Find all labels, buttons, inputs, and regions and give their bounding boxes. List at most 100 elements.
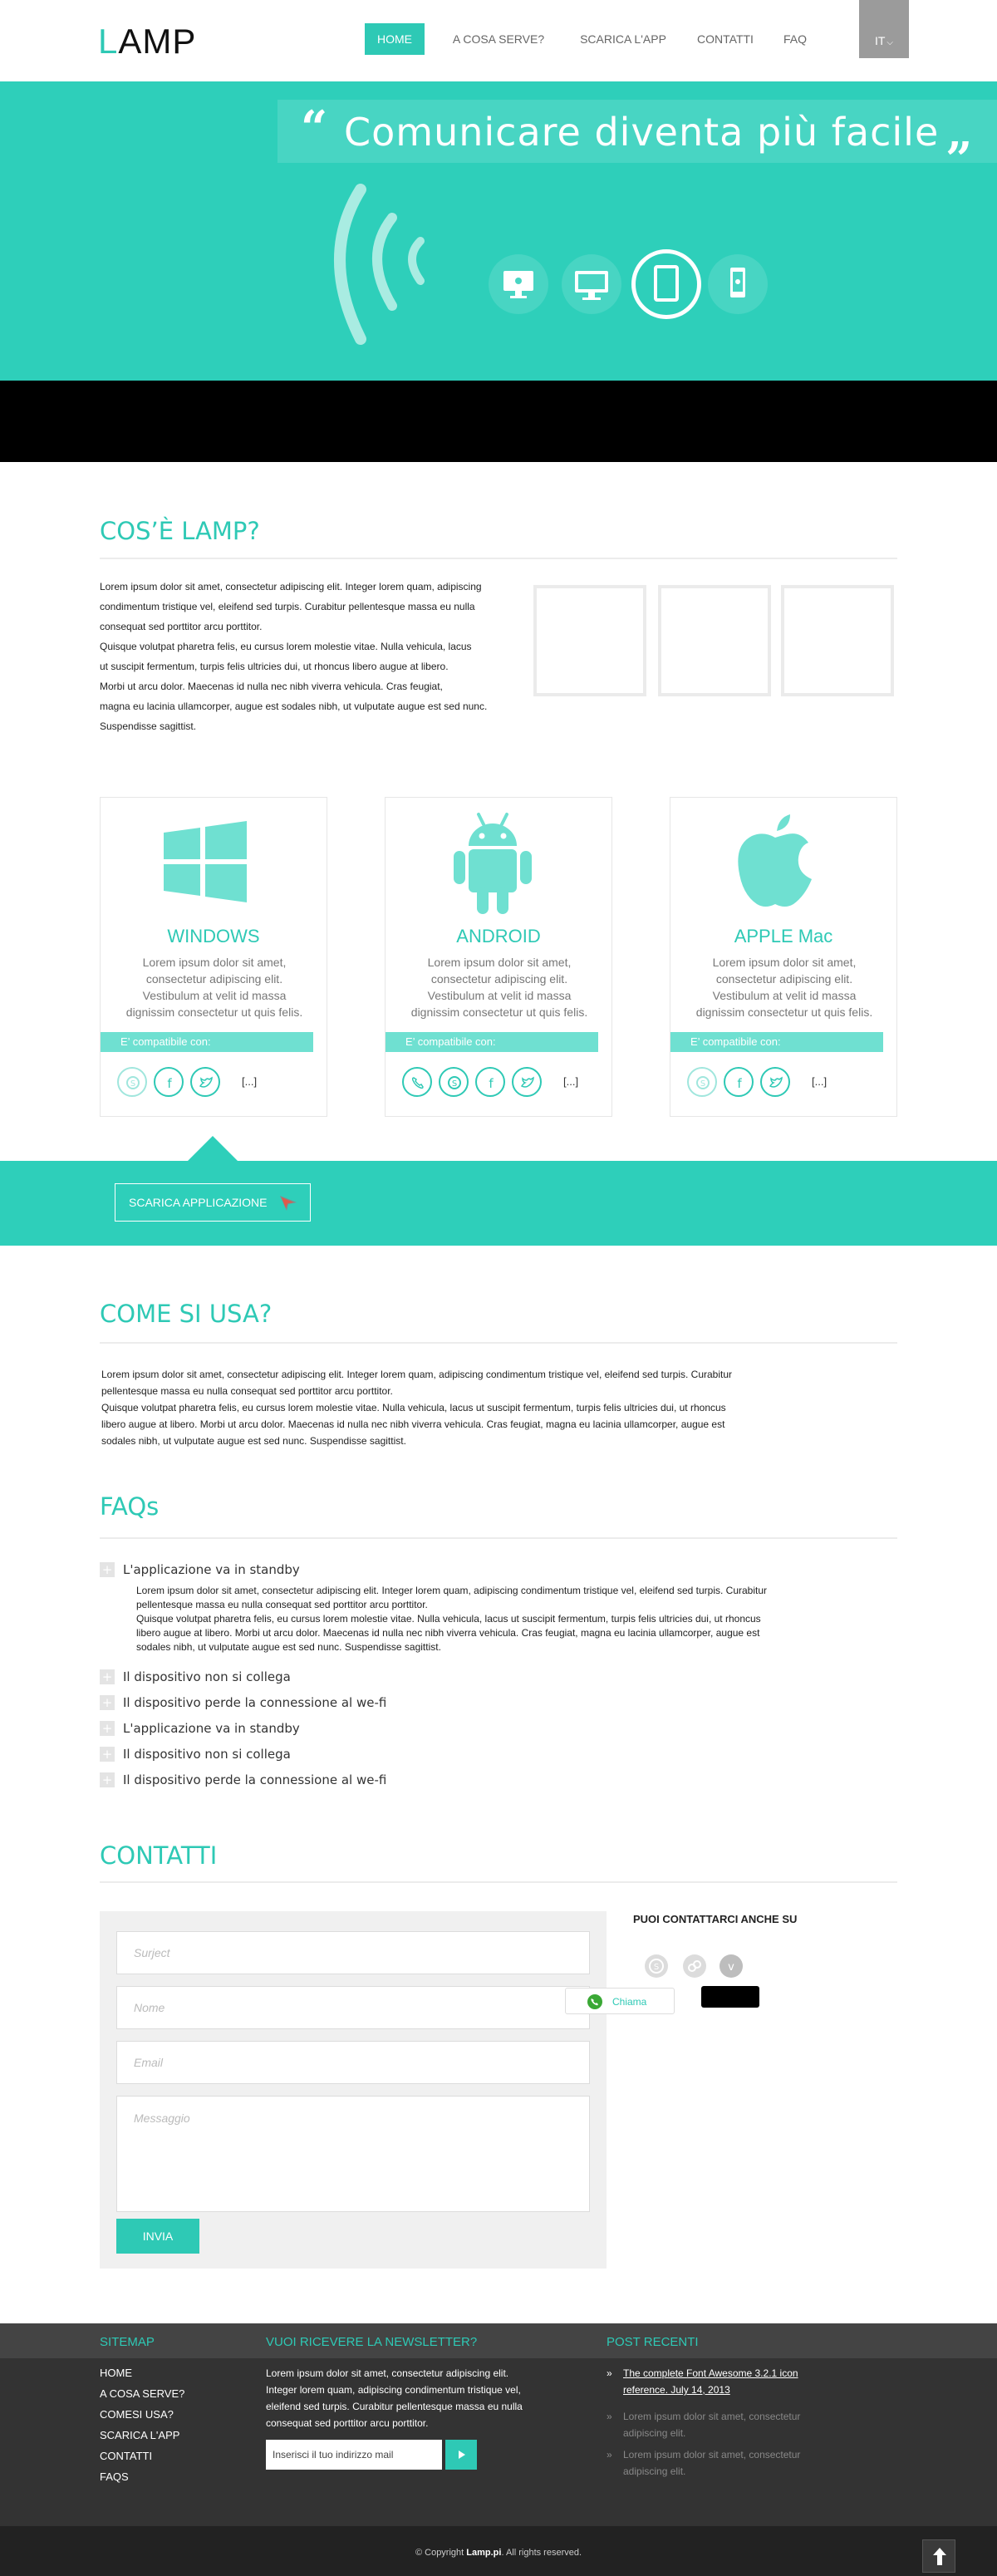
vimeo-icon[interactable]: v bbox=[720, 1954, 743, 1978]
name-input[interactable]: Nome bbox=[116, 1986, 590, 2029]
skype-icon[interactable]: S bbox=[645, 1954, 668, 1978]
newsletter-text: Lorem ipsum dolor sit amet, consectetur … bbox=[266, 2367, 523, 2429]
svg-text:S: S bbox=[700, 1079, 705, 1089]
double-chevron-icon: » bbox=[607, 2449, 612, 2460]
skype-icon[interactable]: S bbox=[687, 1067, 717, 1097]
phone-icon bbox=[587, 1994, 602, 2009]
back-to-top-button[interactable] bbox=[922, 2539, 955, 2573]
logo-text: AMP bbox=[118, 22, 197, 61]
logo-letter: L bbox=[98, 22, 119, 61]
message-textarea[interactable]: Messaggio bbox=[116, 2096, 590, 2212]
twitter-icon[interactable] bbox=[512, 1067, 542, 1097]
twitter-icon[interactable] bbox=[760, 1067, 790, 1097]
nav-home[interactable]: HOME bbox=[365, 23, 425, 55]
more-link[interactable]: [...] bbox=[812, 1075, 827, 1088]
footer-link-come-si-usa[interactable]: COMESI USA? bbox=[100, 2408, 174, 2421]
nav-faq[interactable]: FAQ bbox=[774, 23, 816, 55]
card-title: ANDROID bbox=[456, 926, 541, 946]
contact-divider bbox=[100, 1881, 897, 1883]
logo[interactable]: LAMP bbox=[98, 22, 196, 61]
plus-icon: + bbox=[100, 1747, 115, 1762]
platform-card-apple: APPLE Mac Lorem ipsum dolor sit amet, co… bbox=[670, 797, 897, 1117]
usage-text: Lorem ipsum dolor sit amet, consectetur … bbox=[101, 1369, 733, 1447]
site-footer: SITEMAP VUOI RICEVERE LA NEWSLETTER? POS… bbox=[0, 2323, 997, 2526]
svg-text:f: f bbox=[737, 1076, 742, 1090]
sitemap-title: SITEMAP bbox=[100, 2335, 155, 2349]
footer-link-home[interactable]: HOME bbox=[100, 2367, 132, 2379]
more-link[interactable]: [...] bbox=[242, 1075, 257, 1088]
link-icon[interactable] bbox=[683, 1954, 706, 1978]
faq-item[interactable]: + Il dispositivo non si collega bbox=[100, 1669, 681, 1685]
tablet-icon[interactable] bbox=[631, 249, 701, 319]
gallery-thumb[interactable] bbox=[781, 585, 894, 696]
card-text: Lorem ipsum dolor sit amet, consectetur … bbox=[410, 956, 588, 1019]
subject-input[interactable]: Surject bbox=[116, 1931, 590, 1974]
quote-close-icon: ” bbox=[945, 132, 973, 187]
nav-contatti[interactable]: CONTATTI bbox=[688, 23, 763, 55]
desktop-windows-icon[interactable] bbox=[562, 254, 621, 314]
contact-title: CONTATTI bbox=[100, 1841, 218, 1870]
language-selector[interactable]: IT ⌵ bbox=[859, 0, 909, 58]
nav-scarica-app[interactable]: SCARICA L'APP bbox=[570, 23, 676, 55]
hero-banner: “ ” Comunicare diventa più facile bbox=[0, 81, 997, 381]
footer-link-scarica[interactable]: SCARICA L'APP bbox=[100, 2429, 179, 2441]
apple-logo-icon bbox=[738, 814, 812, 907]
compat-bar: E’ compatibile con: bbox=[386, 1032, 598, 1052]
platform-card-android: ANDROID Lorem ipsum dolor sit amet, cons… bbox=[385, 797, 612, 1117]
download-app-button[interactable]: SCARICA APPLICAZIONE bbox=[115, 1183, 311, 1222]
svg-text:v: v bbox=[728, 1961, 734, 1974]
call-label: Chiama bbox=[612, 1996, 647, 2008]
desktop-apple-icon[interactable] bbox=[489, 254, 548, 314]
faq-item[interactable]: + Il dispositivo non si collega bbox=[100, 1746, 681, 1762]
newsletter-email-input[interactable]: Inserisci il tuo indirizzo mail bbox=[266, 2440, 442, 2470]
about-divider bbox=[100, 558, 897, 559]
more-link[interactable]: [...] bbox=[563, 1075, 578, 1088]
arrow-cursor-icon bbox=[280, 1196, 297, 1211]
svg-text:S: S bbox=[654, 1963, 659, 1972]
copyright-bar: © Copyright Lamp.pi. All rights reserved… bbox=[0, 2526, 997, 2576]
faq-item[interactable]: + L'applicazione va in standby bbox=[100, 1720, 681, 1737]
skype-icon[interactable]: S bbox=[117, 1067, 147, 1097]
faq-answer: Lorem ipsum dolor sit amet, consectetur … bbox=[136, 1585, 768, 1653]
viber-icon[interactable] bbox=[402, 1067, 432, 1097]
footer-link-contatti[interactable]: CONTATTI bbox=[100, 2450, 152, 2462]
twitter-icon[interactable] bbox=[190, 1067, 220, 1097]
faq-item[interactable]: + L'applicazione va in standby bbox=[100, 1561, 681, 1578]
faq-item[interactable]: + Il dispositivo perde la connessione al … bbox=[100, 1694, 681, 1711]
band-arrow bbox=[188, 1136, 238, 1161]
play-arrow-icon bbox=[459, 2451, 465, 2459]
plus-icon: + bbox=[100, 1669, 115, 1684]
svg-text:S: S bbox=[452, 1079, 457, 1089]
facebook-icon[interactable]: f bbox=[724, 1067, 754, 1097]
plus-icon: + bbox=[100, 1772, 115, 1787]
posts-title: POST RECENTI bbox=[607, 2335, 699, 2349]
nav-a-cosa-serve[interactable]: A COSA SERVE? bbox=[440, 23, 557, 55]
email-input[interactable]: Email bbox=[116, 2041, 590, 2084]
plus-icon: + bbox=[100, 1721, 115, 1736]
faq-item[interactable]: + Il dispositivo perde la connessione al … bbox=[100, 1772, 681, 1788]
copyright-text: © Copyright Lamp.pi. All rights reserved… bbox=[415, 2548, 582, 2558]
usage-title: COME SI USA? bbox=[100, 1300, 273, 1328]
contact-form: Surject Nome Email Messaggio INVIA bbox=[100, 1911, 607, 2269]
phone-android-icon[interactable] bbox=[708, 254, 768, 314]
submit-button[interactable]: INVIA bbox=[116, 2219, 199, 2254]
gallery-thumb[interactable] bbox=[533, 585, 646, 696]
about-title: COS’È LAMP? bbox=[100, 517, 260, 545]
faqs-divider bbox=[100, 1537, 897, 1539]
footer-link-faqs[interactable]: FAQS bbox=[100, 2470, 129, 2483]
gallery-thumb[interactable] bbox=[658, 585, 771, 696]
double-chevron-icon: » bbox=[607, 2367, 612, 2379]
hero-title: Comunicare diventa più facile bbox=[344, 110, 940, 155]
footer-link-a-cosa-serve[interactable]: A COSA SERVE? bbox=[100, 2387, 184, 2400]
call-button[interactable]: Chiama bbox=[565, 1988, 675, 2014]
facebook-icon[interactable]: f bbox=[475, 1067, 505, 1097]
svg-text:f: f bbox=[489, 1076, 494, 1090]
quote-open-icon: “ bbox=[301, 101, 328, 155]
skype-icon[interactable]: S bbox=[439, 1067, 469, 1097]
double-chevron-icon: » bbox=[607, 2411, 612, 2422]
chevron-down-icon: ⌵ bbox=[886, 38, 894, 47]
facebook-icon[interactable]: f bbox=[154, 1067, 184, 1097]
compat-bar: E’ compatibile con: bbox=[670, 1032, 883, 1052]
card-title: APPLE Mac bbox=[734, 926, 833, 946]
newsletter-submit-button[interactable] bbox=[445, 2440, 477, 2470]
